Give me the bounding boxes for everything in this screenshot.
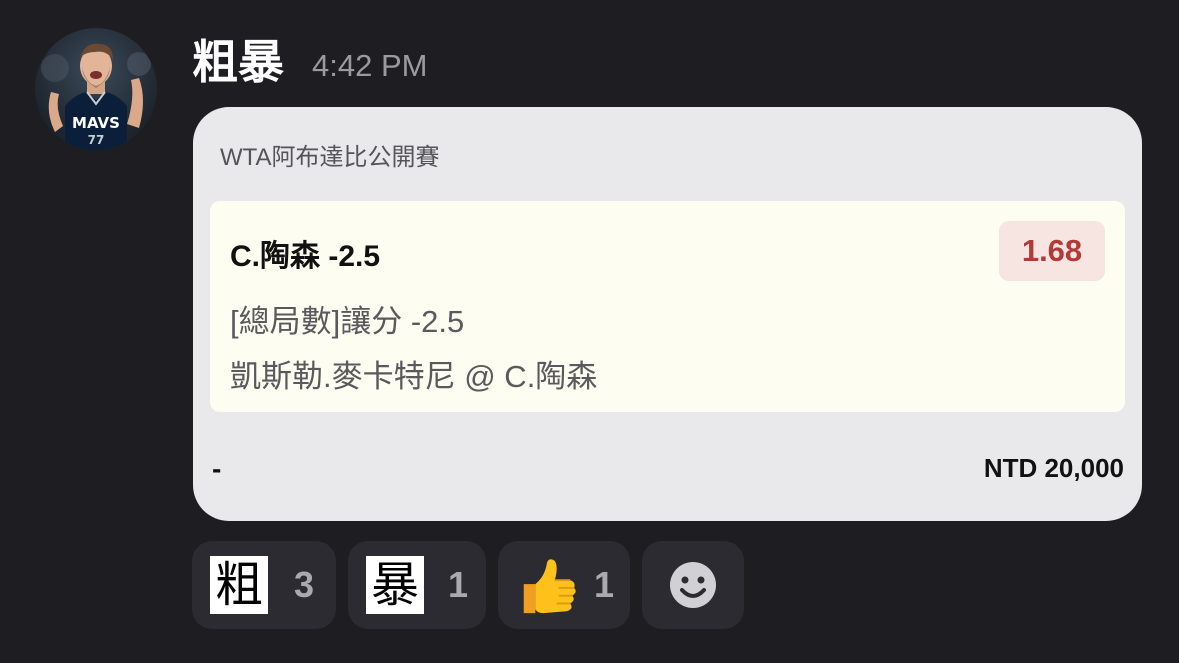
player-avatar-icon: MAVS 77 — [41, 43, 151, 150]
sender-avatar[interactable]: MAVS 77 — [35, 28, 157, 150]
chat-message: MAVS 77 粗暴 4:42 PM WTA阿布達比公開賽 C.陶森 -2.5 … — [0, 0, 1179, 663]
message-timestamp: 4:42 PM — [312, 48, 428, 83]
tournament-name: WTA阿布達比公開賽 — [220, 144, 440, 171]
svg-text:MAVS: MAVS — [72, 114, 120, 132]
svg-text:77: 77 — [88, 133, 105, 147]
bet-selection-box: C.陶森 -2.5 1.68 [總局數]讓分 -2.5 凱斯勒.麥卡特尼 @ C… — [210, 201, 1125, 412]
reaction-bao[interactable]: 暴 1 — [348, 541, 486, 629]
bet-market: [總局數]讓分 -2.5 — [230, 304, 465, 339]
reaction-count: 1 — [594, 564, 615, 605]
thumbs-up-icon — [523, 559, 576, 614]
stake-amount: NTD 20,000 — [983, 453, 1124, 483]
bet-selection: C.陶森 -2.5 — [230, 240, 381, 273]
sender-name[interactable]: 粗暴 — [192, 34, 284, 90]
reaction-count: 1 — [448, 564, 469, 605]
add-reaction-button[interactable] — [642, 541, 744, 629]
bao-emoji-icon: 暴 — [366, 556, 424, 614]
reaction-count: 3 — [294, 564, 315, 605]
odds-badge: 1.68 — [999, 221, 1105, 281]
bet-card: WTA阿布達比公開賽 C.陶森 -2.5 1.68 [總局數]讓分 -2.5 凱… — [193, 107, 1142, 521]
match-teams: 凱斯勒.麥卡特尼 @ C.陶森 — [230, 359, 598, 394]
smiley-icon — [670, 562, 716, 608]
reaction-cu[interactable]: 粗 3 — [192, 541, 336, 629]
cu-emoji-icon: 粗 — [210, 556, 268, 614]
stake-label: - — [212, 453, 222, 484]
reaction-thumbs-up[interactable]: 1 — [498, 541, 630, 629]
